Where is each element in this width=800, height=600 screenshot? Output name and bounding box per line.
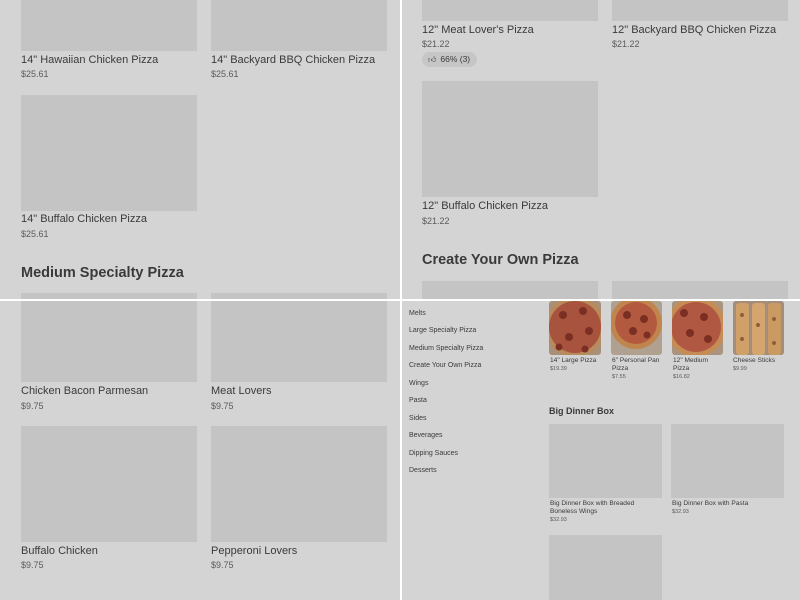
item-name: Buffalo Chicken xyxy=(21,545,98,557)
item-name: 12" Meat Lover's Pizza xyxy=(422,24,534,36)
item-price: $9.75 xyxy=(211,401,234,411)
item-name: 14" Backyard BBQ Chicken Pizza xyxy=(211,54,376,66)
menu-panel-medium-specialty: 12" Meat Lover's Pizza $21.22 👍︎ 66% (3) … xyxy=(402,0,800,299)
nav-item-melts[interactable]: Melts xyxy=(409,310,426,317)
section-title: Create Your Own Pizza xyxy=(422,252,579,268)
item-name: 6" Personal Pan Pizza xyxy=(612,357,660,372)
nav-item-large-specialty-pizza[interactable]: Large Specialty Pizza xyxy=(409,327,476,334)
item-name: Pepperoni Lovers xyxy=(211,545,298,557)
item-image xyxy=(549,424,662,498)
item-price: $25.61 xyxy=(21,229,49,239)
rating-text: 66% (3) xyxy=(440,54,471,64)
item-image xyxy=(211,0,387,51)
item-image xyxy=(422,81,598,197)
item-name: 14" Large Pizza xyxy=(550,357,597,364)
menu-panel-large-specialty: 14" Hawaiian Chicken Pizza $25.61 14" Ba… xyxy=(0,0,400,299)
item-price: $7.55 xyxy=(612,374,626,380)
item-image xyxy=(549,535,662,600)
item-name: 14" Hawaiian Chicken Pizza xyxy=(21,54,159,66)
item-image xyxy=(21,95,197,211)
item-price: $9.75 xyxy=(211,560,234,570)
item-image xyxy=(211,301,387,382)
item-price: $21.22 xyxy=(612,39,640,49)
item-image xyxy=(612,281,788,299)
large-pizza-image xyxy=(549,301,601,355)
item-name: Meat Lovers xyxy=(211,385,272,397)
item-price: $16.82 xyxy=(673,374,690,380)
item-price: $19.39 xyxy=(550,366,567,372)
section-title: Big Dinner Box xyxy=(549,406,615,416)
item-image xyxy=(671,424,784,498)
item-name: Big Dinner Box with Breaded Boneless Win… xyxy=(550,500,635,515)
rating-badge: 👍︎ 66% (3) xyxy=(422,52,478,67)
item-name: 12" Buffalo Chicken Pizza xyxy=(422,200,548,212)
item-image xyxy=(21,301,197,382)
nav-item-create-your-own-pizza[interactable]: Create Your Own Pizza xyxy=(409,362,481,369)
item-price: $9.75 xyxy=(21,401,44,411)
item-price: $25.61 xyxy=(21,69,49,79)
item-name: 12" Medium Pizza xyxy=(673,357,708,372)
nav-item-medium-specialty-pizza[interactable]: Medium Specialty Pizza xyxy=(409,345,483,352)
nav-item-dipping-sauces[interactable]: Dipping Sauces xyxy=(409,450,458,457)
item-name: 12" Backyard BBQ Chicken Pizza xyxy=(612,24,777,36)
item-image xyxy=(422,281,598,299)
item-name: 14" Buffalo Chicken Pizza xyxy=(21,213,147,225)
item-name: Big Dinner Box with Pasta xyxy=(672,500,749,507)
menu-panel-with-nav: Melts Large Specialty Pizza Medium Speci… xyxy=(402,301,800,600)
nav-item-pasta[interactable]: Pasta xyxy=(409,397,427,404)
item-price: $21.22 xyxy=(422,39,450,49)
item-image xyxy=(211,426,387,542)
item-price: $21.22 xyxy=(422,216,450,226)
personal-pan-pizza-image xyxy=(611,301,662,355)
item-image xyxy=(21,0,197,51)
item-image xyxy=(612,0,788,21)
item-image xyxy=(21,426,197,542)
item-price: $25.61 xyxy=(211,69,239,79)
nav-item-desserts[interactable]: Desserts xyxy=(409,467,437,474)
item-name: Chicken Bacon Parmesan xyxy=(21,385,149,397)
item-price: $32.93 xyxy=(672,509,689,515)
item-name: Cheese Sticks xyxy=(733,357,776,364)
horizontal-divider xyxy=(0,299,800,301)
item-price: $9.75 xyxy=(21,560,44,570)
item-price: $9.99 xyxy=(733,366,747,372)
thumbs-up-icon: 👍︎ xyxy=(428,55,437,64)
item-image xyxy=(422,0,598,21)
nav-item-sides[interactable]: Sides xyxy=(409,415,427,422)
medium-pizza-image xyxy=(672,301,723,355)
nav-item-wings[interactable]: Wings xyxy=(409,380,428,387)
menu-panel-medium-specialty-list: Chicken Bacon Parmesan $9.75 Meat Lovers… xyxy=(0,301,400,600)
item-price: $32.93 xyxy=(550,517,567,523)
nav-item-beverages[interactable]: Beverages xyxy=(409,432,442,439)
cheese-sticks-image xyxy=(733,301,784,355)
section-title: Medium Specialty Pizza xyxy=(21,265,184,281)
